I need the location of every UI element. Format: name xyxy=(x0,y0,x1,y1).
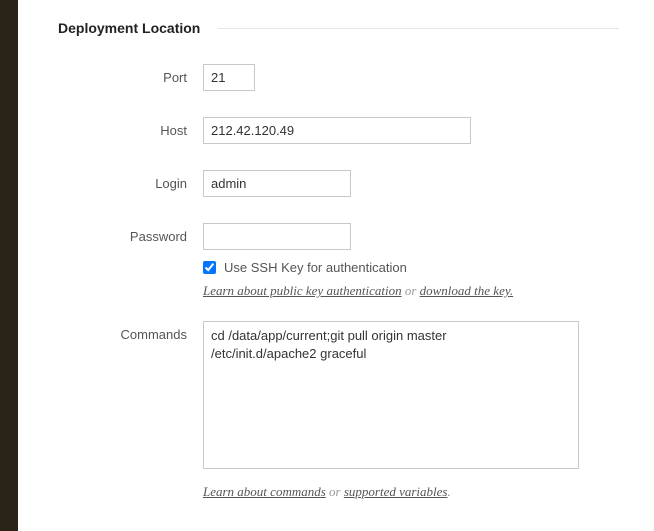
row-port: Port xyxy=(58,64,619,91)
commands-help-line: Learn about commands or supported variab… xyxy=(203,484,619,500)
supported-variables-link[interactable]: supported variables xyxy=(344,484,448,499)
ssh-key-label[interactable]: Use SSH Key for authentication xyxy=(224,260,407,275)
label-commands: Commands xyxy=(58,321,203,342)
label-port: Port xyxy=(58,64,203,85)
row-password: Password Use SSH Key for authentication … xyxy=(58,223,619,299)
row-host: Host xyxy=(58,117,619,144)
commands-textarea[interactable] xyxy=(203,321,579,469)
download-key-link[interactable]: download the key. xyxy=(420,283,514,298)
period: . xyxy=(447,484,450,499)
row-commands: Commands Learn about commands or support… xyxy=(58,321,619,500)
port-input[interactable] xyxy=(203,64,255,91)
label-login: Login xyxy=(58,170,203,191)
deployment-location-panel: Deployment Location Port Host Login Pass… xyxy=(18,0,654,531)
host-input[interactable] xyxy=(203,117,471,144)
section-title: Deployment Location xyxy=(58,20,200,36)
password-input[interactable] xyxy=(203,223,351,250)
label-password: Password xyxy=(58,223,203,244)
login-input[interactable] xyxy=(203,170,351,197)
section-header: Deployment Location xyxy=(58,20,619,36)
section-rule xyxy=(218,28,619,29)
or-text-2: or xyxy=(326,484,344,499)
or-text: or xyxy=(402,283,420,298)
ssh-key-checkbox[interactable] xyxy=(203,261,216,274)
label-host: Host xyxy=(58,117,203,138)
ssh-key-row: Use SSH Key for authentication xyxy=(203,260,619,275)
row-login: Login xyxy=(58,170,619,197)
learn-pubkey-link[interactable]: Learn about public key authentication xyxy=(203,283,402,298)
learn-commands-link[interactable]: Learn about commands xyxy=(203,484,326,499)
pubkey-help-line: Learn about public key authentication or… xyxy=(203,283,619,299)
